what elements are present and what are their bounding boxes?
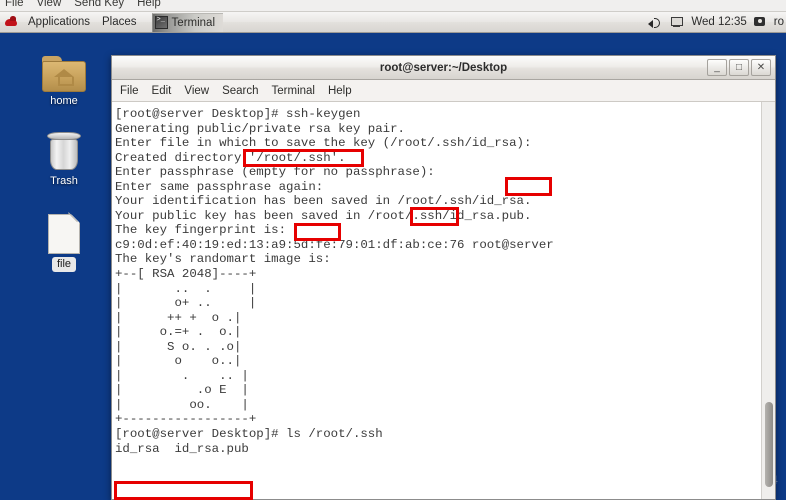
terminal-body[interactable]: [root@server Desktop]# ssh-keygen Genera… <box>112 102 775 499</box>
network-icon[interactable] <box>670 16 684 29</box>
vm-host-menubar: File View Send Key Help <box>0 0 786 12</box>
trash-icon <box>32 126 96 172</box>
vm-menu-file[interactable]: File <box>5 0 24 11</box>
volume-icon[interactable] <box>648 16 663 29</box>
menu-terminal[interactable]: Terminal <box>272 85 315 97</box>
panel-username[interactable]: ro <box>774 16 784 28</box>
taskbar-item-terminal[interactable]: Terminal <box>151 12 224 32</box>
window-controls: _ □ ✕ <box>707 59 771 76</box>
minimize-button[interactable]: _ <box>707 59 727 76</box>
terminal-output[interactable]: [root@server Desktop]# ssh-keygen Genera… <box>112 102 761 499</box>
screen: File View Send Key Help Applications Pla… <box>0 0 786 500</box>
folder-home-icon <box>32 46 96 92</box>
panel-clock[interactable]: Wed 12:35 <box>691 16 746 28</box>
terminal-menubar: File Edit View Search Terminal Help <box>112 80 775 102</box>
desktop-icon-trash[interactable]: Trash <box>32 126 96 188</box>
places-menu[interactable]: Places <box>96 12 143 32</box>
user-icon[interactable] <box>753 16 767 29</box>
desktop-top-panel: Applications Places Terminal Wed 12:35 r… <box>0 12 786 33</box>
menu-view[interactable]: View <box>184 85 209 97</box>
menu-file[interactable]: File <box>120 85 139 97</box>
desktop-icon-home-label: home <box>50 95 78 107</box>
menu-search[interactable]: Search <box>222 85 258 97</box>
desktop-icon-file-label-text: file <box>51 257 77 272</box>
desktop-icon-trash-label: Trash <box>50 175 78 187</box>
panel-left-group: Applications Places Terminal <box>0 12 224 32</box>
menu-edit[interactable]: Edit <box>152 85 172 97</box>
desktop-icon-file[interactable]: file <box>32 203 96 272</box>
terminal-title: root@server:~/Desktop <box>379 61 508 74</box>
desktop-icon-file-label: file <box>32 257 96 272</box>
applications-menu[interactable]: Applications <box>22 12 96 32</box>
file-icon <box>32 203 96 254</box>
taskbar-item-label: Terminal <box>171 16 216 29</box>
terminal-window[interactable]: root@server:~/Desktop _ □ ✕ File Edit Vi… <box>111 55 776 500</box>
menu-help[interactable]: Help <box>328 85 352 97</box>
desktop-icon-home[interactable]: home <box>32 46 96 108</box>
redhat-icon <box>4 15 19 30</box>
close-button[interactable]: ✕ <box>751 59 771 76</box>
vm-menu-help[interactable]: Help <box>137 0 161 11</box>
terminal-icon <box>154 16 168 29</box>
panel-tray: Wed 12:35 ro <box>648 16 786 29</box>
vm-menu-send-key[interactable]: Send Key <box>74 0 124 11</box>
vm-menu-view[interactable]: View <box>37 0 62 11</box>
scrollbar-thumb[interactable] <box>765 402 773 487</box>
terminal-scrollbar[interactable] <box>761 102 775 499</box>
terminal-titlebar[interactable]: root@server:~/Desktop _ □ ✕ <box>112 56 775 80</box>
maximize-button[interactable]: □ <box>729 59 749 76</box>
